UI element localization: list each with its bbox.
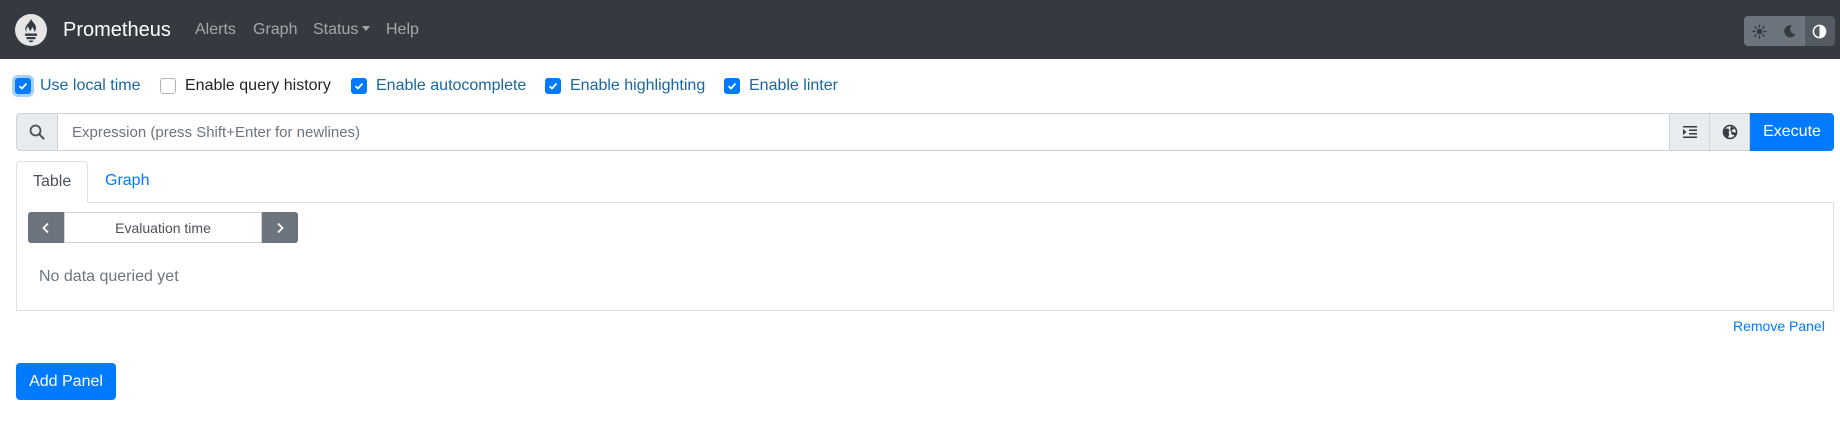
nav-status-label: Status [313,21,359,38]
nav-status-dropdown[interactable]: Status [313,20,371,40]
enable-autocomplete-option[interactable]: Enable autocomplete [351,76,526,96]
light-theme-icon [1751,23,1767,39]
format-expression-button[interactable] [1670,113,1710,151]
search-addon [16,113,57,151]
use-local-time-checkbox[interactable] [15,78,31,94]
enable-query-history-option[interactable]: Enable query history [160,76,331,96]
evaluation-time-control [28,212,298,243]
add-panel-button[interactable]: Add Panel [16,363,116,400]
dark-theme-icon [1784,24,1796,37]
remove-panel-link[interactable]: Remove Panel [1733,317,1825,335]
browser-theme-button[interactable] [1804,16,1835,46]
check-icon [18,82,28,90]
use-local-time-label: Use local time [40,77,141,94]
use-local-time-option[interactable]: Use local time [15,76,140,96]
enable-query-history-checkbox[interactable] [160,78,176,94]
browser-theme-icon [1812,24,1827,38]
dark-theme-button[interactable] [1774,16,1805,46]
metrics-explorer-button[interactable] [1710,113,1750,151]
eval-time-back-button[interactable] [28,212,64,243]
enable-autocomplete-checkbox[interactable] [351,78,367,94]
evaluation-time-input[interactable] [64,212,262,243]
globe-icon [1722,124,1737,140]
indent-icon [1682,126,1697,138]
execute-button[interactable]: Execute [1750,113,1834,151]
navbar: Prometheus Alerts Graph Status Help [0,0,1840,59]
chevron-right-icon [277,222,284,233]
enable-highlighting-option[interactable]: Enable highlighting [545,76,705,96]
enable-query-history-label: Enable query history [185,77,331,94]
search-icon [29,124,45,140]
enable-linter-label: Enable linter [749,77,838,94]
enable-linter-option[interactable]: Enable linter [724,76,838,96]
check-icon [727,82,737,90]
theme-toggle-group [1744,16,1835,46]
eval-time-forward-button[interactable] [262,212,298,243]
brand-name[interactable]: Prometheus [63,17,171,43]
check-icon [354,82,364,90]
enable-highlighting-label: Enable highlighting [570,77,706,94]
nav-alerts[interactable]: Alerts [195,20,236,40]
prometheus-flame-icon[interactable] [15,14,47,46]
tab-graph[interactable]: Graph [88,161,165,203]
panel-tabs: Table Graph [16,161,1834,203]
empty-state-message: No data queried yet [39,268,179,285]
check-icon [548,82,558,90]
nav-graph[interactable]: Graph [253,20,297,40]
enable-autocomplete-label: Enable autocomplete [376,77,527,94]
expression-input[interactable] [57,113,1670,151]
expression-input-group: Execute [16,113,1834,151]
caret-down-icon [362,26,371,31]
nav-help[interactable]: Help [386,20,419,40]
enable-highlighting-checkbox[interactable] [545,78,561,94]
light-theme-button[interactable] [1744,16,1775,46]
tab-table[interactable]: Table [16,161,88,203]
chevron-left-icon [42,222,49,233]
enable-linter-checkbox[interactable] [724,78,740,94]
table-panel-body: No data queried yet [16,202,1834,311]
